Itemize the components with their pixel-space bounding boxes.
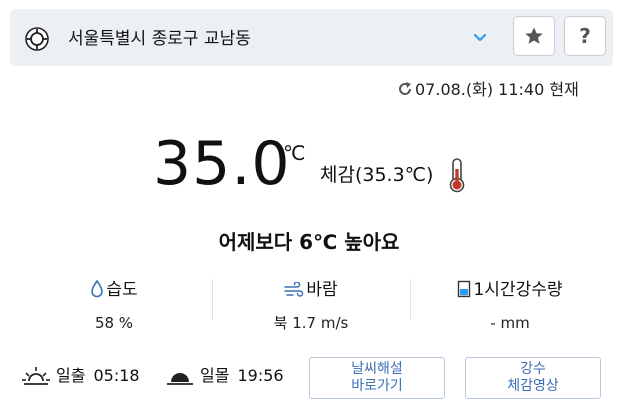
star-icon — [525, 27, 543, 44]
rain-stat: 1시간강수량 - mm — [410, 277, 610, 335]
sunset: 일몰 19:56 — [166, 362, 284, 390]
rain-gauge-icon — [458, 280, 471, 298]
sunrise: 일출 05:18 — [22, 362, 140, 390]
current-temperature: 35.0 — [153, 129, 291, 199]
sunset-icon — [167, 373, 193, 385]
feels-like: 체감(35.3℃) — [320, 164, 434, 186]
help-label: ? — [579, 24, 591, 48]
wind-label: 바람 — [306, 280, 338, 300]
favorite-button[interactable] — [513, 16, 555, 56]
temperature-unit: ℃ — [283, 141, 306, 165]
wind-stat: 바람 북 1.7 m/s — [211, 277, 411, 335]
rain-label: 1시간강수량 — [473, 280, 563, 300]
precip-label-line1: 강수 — [520, 361, 546, 377]
humidity-stat: 습도 58 % — [14, 277, 214, 335]
humidity-label: 습도 — [106, 280, 138, 300]
location-name[interactable]: 서울특별시 종로구 교남동 — [68, 26, 251, 52]
compare-yesterday: 어제보다 6℃ 높아요 — [218, 230, 400, 254]
sunrise-icon — [22, 367, 50, 385]
weather-commentary-button[interactable]: 날씨해설 바로가기 — [309, 357, 445, 399]
sunset-time: 19:56 — [237, 366, 284, 385]
update-time: 07.08.(화) 11:40 현재 — [397, 79, 579, 101]
refresh-icon[interactable] — [397, 81, 413, 97]
sunrise-label: 일출 — [56, 366, 86, 385]
commentary-label-line1: 날씨해설 — [351, 361, 403, 377]
wind-icon — [284, 281, 304, 297]
thermometer-icon — [449, 158, 465, 193]
rain-value: - mm — [490, 314, 530, 332]
commentary-label-line2: 바로가기 — [351, 378, 403, 394]
crosshair-icon[interactable] — [24, 26, 50, 52]
wind-value: 북 1.7 m/s — [273, 314, 349, 332]
droplet-icon — [91, 279, 104, 298]
sunrise-time: 05:18 — [93, 366, 140, 385]
sunset-label: 일몰 — [200, 366, 230, 385]
humidity-value: 58 % — [94, 314, 134, 332]
chevron-down-icon[interactable] — [472, 30, 488, 46]
precip-video-button[interactable]: 강수 체감영상 — [465, 357, 601, 399]
help-button[interactable]: ? — [564, 16, 606, 56]
precip-label-line2: 체감영상 — [507, 378, 559, 394]
update-time-text: 07.08.(화) 11:40 현재 — [415, 80, 579, 99]
